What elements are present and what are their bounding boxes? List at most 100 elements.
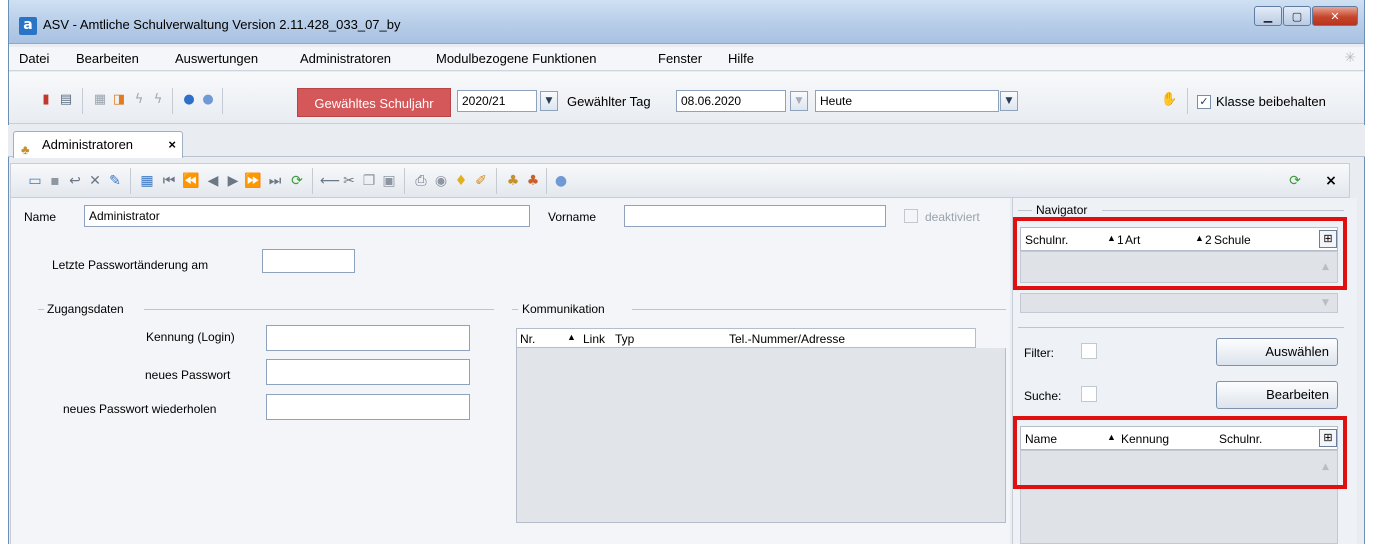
- book-icon[interactable]: ▮: [38, 92, 54, 108]
- eye-icon[interactable]: ◉: [432, 173, 450, 189]
- refresh-icon[interactable]: ⟳: [288, 173, 306, 189]
- passwort-wiederholen-input[interactable]: [266, 394, 470, 420]
- users-icon: ♣: [21, 142, 30, 157]
- minimize-button[interactable]: ▁: [1254, 6, 1282, 26]
- vorname-input[interactable]: [624, 205, 886, 227]
- next-record-icon[interactable]: ▶: [224, 173, 242, 189]
- filter-label: Filter:: [1024, 346, 1054, 360]
- tag-label: Gewählter Tag: [567, 94, 651, 109]
- tab-strip: [8, 125, 1365, 157]
- lightning-alt-icon[interactable]: ϟ: [150, 92, 166, 108]
- save-icon[interactable]: ▪: [46, 173, 64, 189]
- close-tab-icon[interactable]: ×: [168, 132, 176, 158]
- delete-icon[interactable]: ✕: [86, 173, 104, 189]
- copy-record-icon[interactable]: ❐: [360, 173, 378, 189]
- maximize-button[interactable]: ▢: [1283, 6, 1311, 26]
- menu-auswertungen[interactable]: Auswertungen: [175, 51, 258, 66]
- passwort-wiederholen-label: neues Passwort wiederholen: [63, 402, 217, 416]
- app-icon: a: [19, 17, 37, 35]
- group-line: [144, 309, 494, 310]
- close-window-button[interactable]: ✕: [1312, 6, 1358, 26]
- col-tel-nummer[interactable]: Tel.-Nummer/Adresse: [729, 332, 845, 346]
- klasse-beibehalten-checkbox[interactable]: ✓: [1197, 95, 1211, 109]
- menu-datei[interactable]: Datei: [19, 51, 49, 66]
- group-line: [38, 309, 44, 310]
- col-typ[interactable]: Typ: [615, 332, 634, 346]
- col-link[interactable]: Link: [583, 332, 605, 346]
- group-line: [1102, 210, 1344, 211]
- last-record-icon[interactable]: ⏭: [266, 173, 284, 189]
- suche-checkbox[interactable]: [1081, 386, 1097, 402]
- menu-administratoren[interactable]: Administratoren: [300, 51, 391, 66]
- first-record-icon[interactable]: ⏮: [160, 173, 178, 189]
- info-icon[interactable]: ●: [181, 92, 197, 108]
- hand-icon[interactable]: ✋: [1161, 92, 1177, 108]
- group-line: [1018, 210, 1032, 211]
- klasse-beibehalten-label: Klasse beibehalten: [1216, 94, 1326, 109]
- new-record-icon[interactable]: ▭: [26, 173, 44, 189]
- kommunikation-grid-header: Nr. ▲ Link Typ Tel.-Nummer/Adresse: [516, 328, 976, 348]
- schuljahr-dropdown-icon[interactable]: ▼: [540, 91, 558, 111]
- back-arrow-icon[interactable]: ⟵: [320, 173, 340, 189]
- tab-administratoren[interactable]: ♣ Administratoren ×: [13, 131, 183, 158]
- deaktiviert-label: deaktiviert: [925, 210, 980, 224]
- close-panel-icon[interactable]: ×: [1322, 173, 1340, 189]
- undo-icon[interactable]: ↩: [66, 173, 84, 189]
- kennung-input[interactable]: [266, 325, 470, 351]
- print-icon[interactable]: ⎙: [412, 173, 430, 189]
- clipboard-icon[interactable]: ▤: [58, 92, 74, 108]
- toolbar-separator: [546, 168, 547, 194]
- previous-record-icon[interactable]: ◀: [204, 173, 222, 189]
- kennung-label: Kennung (Login): [146, 330, 235, 344]
- highlight-box: [1013, 416, 1347, 489]
- divider: [1018, 327, 1344, 328]
- neues-passwort-input[interactable]: [266, 359, 470, 385]
- copy-icon[interactable]: ▦: [92, 92, 108, 108]
- help-record-icon[interactable]: ●: [552, 173, 570, 189]
- toolbar-separator: [1187, 88, 1188, 114]
- heute-select[interactable]: Heute: [815, 90, 999, 112]
- cut-icon[interactable]: ✂: [340, 173, 358, 189]
- tab-label: Administratoren: [42, 137, 134, 152]
- list-icon[interactable]: ▦: [138, 173, 156, 189]
- user-group-alt-icon[interactable]: ♣: [524, 173, 542, 189]
- name-input[interactable]: Administrator: [84, 205, 530, 227]
- menu-fenster[interactable]: Fenster: [658, 51, 702, 66]
- fast-back-icon[interactable]: ⏪: [182, 173, 200, 189]
- col-nr[interactable]: Nr.: [520, 332, 535, 346]
- sort-asc-icon: ▲: [567, 332, 576, 342]
- tag-dropdown-icon[interactable]: ▼: [790, 91, 808, 111]
- tag-input[interactable]: 08.06.2020: [676, 90, 786, 112]
- edit-icon[interactable]: ✎: [106, 173, 124, 189]
- toolbar-separator: [404, 168, 405, 194]
- menu-hilfe[interactable]: Hilfe: [728, 51, 754, 66]
- lightning-icon[interactable]: ϟ: [131, 92, 147, 108]
- help-icon[interactable]: ●: [200, 92, 216, 108]
- group-line: [512, 309, 518, 310]
- deaktiviert-checkbox[interactable]: [904, 209, 918, 223]
- menu-bearbeiten[interactable]: Bearbeiten: [76, 51, 139, 66]
- filter-checkbox[interactable]: [1081, 343, 1097, 359]
- new-window-icon[interactable]: ◨: [111, 92, 127, 108]
- lightbulb-icon[interactable]: ♦: [452, 173, 470, 189]
- menu-modulbezogene-funktionen[interactable]: Modulbezogene Funktionen: [436, 51, 596, 66]
- user-group-icon[interactable]: ♣: [504, 173, 522, 189]
- name-label: Name: [24, 210, 57, 224]
- zugangsdaten-title: Zugangsdaten: [47, 302, 124, 316]
- bearbeiten-button[interactable]: Bearbeiten: [1216, 381, 1338, 409]
- brush-icon[interactable]: ✐: [472, 173, 490, 189]
- neues-passwort-label: neues Passwort: [145, 368, 231, 382]
- fast-forward-icon[interactable]: ⏩: [244, 173, 262, 189]
- heute-dropdown-icon[interactable]: ▼: [1000, 91, 1018, 111]
- sync-icon[interactable]: ⟳: [1286, 173, 1304, 189]
- auswaehlen-button[interactable]: Auswählen: [1216, 338, 1338, 366]
- schuljahr-select[interactable]: 2020/21: [457, 90, 537, 112]
- schuljahr-label: Gewähltes Schuljahr: [297, 88, 451, 117]
- kommunikation-title: Kommunikation: [522, 302, 605, 316]
- paste-icon[interactable]: ▣: [380, 173, 398, 189]
- letzte-passwortaenderung-label: Letzte Passwortänderung am: [52, 258, 209, 272]
- suche-label: Suche:: [1024, 389, 1062, 403]
- scroll-track[interactable]: [1020, 293, 1338, 313]
- scroll-down-icon[interactable]: ▼: [1322, 298, 1329, 308]
- toolbar-separator: [222, 88, 223, 114]
